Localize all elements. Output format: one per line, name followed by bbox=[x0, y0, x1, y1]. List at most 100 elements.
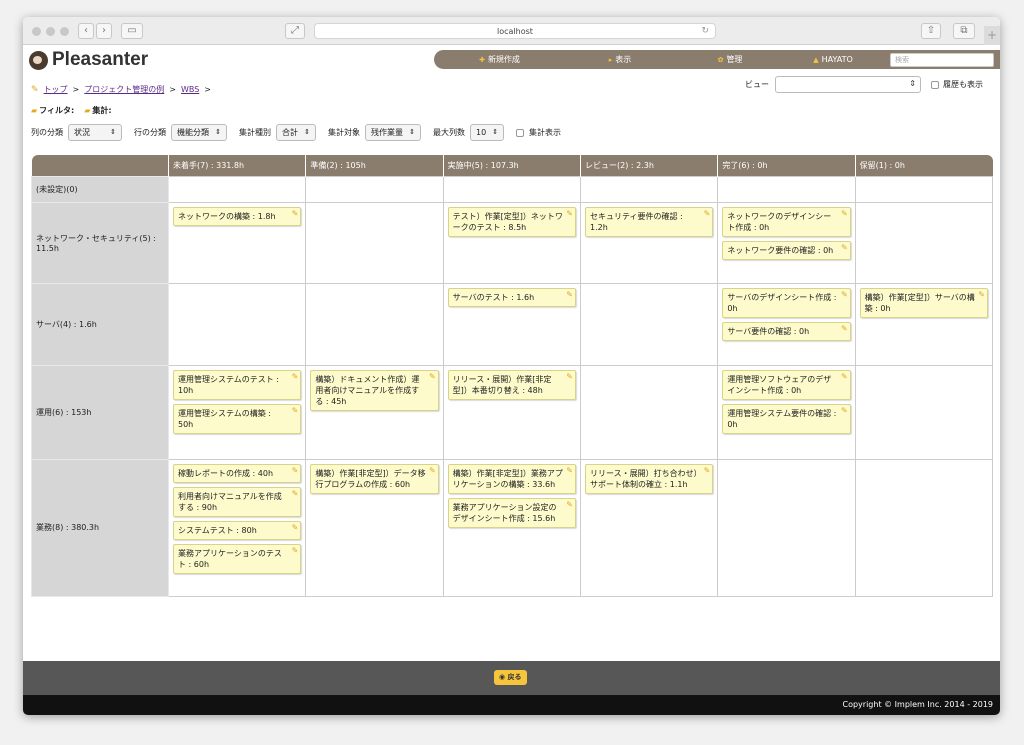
board-cell[interactable] bbox=[305, 175, 444, 203]
board-cell[interactable] bbox=[305, 201, 444, 284]
breadcrumb-project[interactable]: プロジェクト管理の例 bbox=[84, 84, 164, 95]
task-card[interactable]: リリース・展開）作業[非定型]）本番切り替え : 48h ✎ bbox=[447, 369, 576, 400]
board-cell[interactable] bbox=[854, 458, 994, 597]
edit-icon[interactable]: ✎ bbox=[978, 289, 985, 300]
forward-nav-icon[interactable]: › bbox=[96, 23, 112, 39]
sidebar-toggle-icon[interactable]: ▭ bbox=[121, 23, 143, 39]
nav-user[interactable]: ▲ HAYATO bbox=[785, 55, 881, 64]
expand-icon[interactable]: ⤢ bbox=[285, 23, 305, 39]
board-cell[interactable]: テスト）作業[定型]）ネットワークのテスト : 8.5h ✎ bbox=[442, 201, 581, 284]
history-toggle[interactable]: 履歴も表示 bbox=[931, 79, 983, 90]
edit-icon[interactable]: ✎ bbox=[292, 371, 299, 382]
breadcrumb-top[interactable]: トップ bbox=[44, 84, 68, 95]
task-card[interactable]: ネットワークの構築 : 1.8h ✎ bbox=[173, 206, 302, 226]
minimize-window-button[interactable] bbox=[46, 27, 55, 36]
board-cell[interactable]: ネットワークの構築 : 1.8h ✎ bbox=[167, 201, 307, 284]
board-cell[interactable]: リリース・展開）作業[非定型]）本番切り替え : 48h ✎ bbox=[442, 364, 581, 460]
task-card[interactable]: 運用管理システム要件の確認 : 0h ✎ bbox=[722, 403, 851, 434]
row-group-select[interactable]: 機能分類 ⇕ bbox=[171, 124, 227, 141]
board-cell[interactable] bbox=[579, 175, 719, 203]
share-icon[interactable]: ⇧ bbox=[921, 23, 941, 39]
edit-icon[interactable]: ✎ bbox=[841, 371, 848, 382]
edit-icon[interactable]: ✎ bbox=[841, 208, 848, 219]
board-cell[interactable] bbox=[854, 175, 994, 203]
edit-icon[interactable]: ✎ bbox=[566, 208, 573, 219]
nav-view[interactable]: ▸ 表示 bbox=[565, 54, 675, 65]
edit-icon[interactable]: ✎ bbox=[566, 499, 573, 510]
board-cell[interactable]: 構築）作業[非定型]）データ移行プログラムの作成 : 60h ✎ bbox=[305, 458, 444, 597]
board-cell[interactable]: 稼動レポートの作成 : 40h ✎ 利用者向けマニュアルを作成する : 90h ✎ シス… bbox=[167, 458, 307, 597]
edit-icon[interactable]: ✎ bbox=[292, 465, 299, 476]
edit-icon[interactable]: ✎ bbox=[704, 465, 711, 476]
task-card[interactable]: サーバ要件の確認 : 0h ✎ bbox=[722, 321, 851, 341]
agg-type-select[interactable]: 合計 ⇕ bbox=[276, 124, 316, 141]
history-checkbox[interactable] bbox=[931, 80, 939, 89]
task-card[interactable]: ネットワーク要件の確認 : 0h ✎ bbox=[722, 240, 851, 260]
board-cell[interactable] bbox=[854, 201, 994, 284]
task-card[interactable]: 運用管理システムのテスト : 10h ✎ bbox=[173, 369, 302, 400]
show-agg-checkbox[interactable] bbox=[516, 128, 524, 137]
edit-icon[interactable]: ✎ bbox=[292, 545, 299, 556]
task-card[interactable]: リリース・展開）打ち合わせ）サポート体制の確立 : 1.1h ✎ bbox=[584, 463, 714, 494]
edit-icon[interactable]: ✎ bbox=[566, 289, 573, 300]
board-cell[interactable]: リリース・展開）打ち合わせ）サポート体制の確立 : 1.1h ✎ bbox=[579, 458, 719, 597]
board-cell[interactable]: 構築）作業[定型]）サーバの構築 : 0h ✎ bbox=[854, 282, 994, 366]
board-cell[interactable] bbox=[167, 175, 307, 203]
board-cell[interactable] bbox=[442, 175, 581, 203]
board-cell[interactable]: セキュリティ要件の確認 : 1.2h ✎ bbox=[579, 201, 719, 284]
task-card[interactable]: ネットワークのデザインシート作成 : 0h ✎ bbox=[722, 206, 851, 237]
board-cell[interactable] bbox=[579, 282, 719, 366]
board-cell[interactable]: 運用管理システムのテスト : 10h ✎ 運用管理システムの構築 : 50h ✎ bbox=[167, 364, 307, 460]
board-cell[interactable] bbox=[717, 458, 856, 597]
logo[interactable]: Pleasanter bbox=[29, 49, 148, 71]
edit-icon[interactable]: ✎ bbox=[292, 522, 299, 533]
agg-target-select[interactable]: 残作業量 ⇕ bbox=[365, 124, 421, 141]
board-cell[interactable] bbox=[305, 282, 444, 366]
new-tab-button[interactable]: + bbox=[984, 26, 1000, 45]
board-cell[interactable] bbox=[717, 175, 856, 203]
board-cell[interactable] bbox=[579, 364, 719, 460]
edit-icon[interactable]: ✎ bbox=[429, 465, 436, 476]
filter-toggle[interactable]: ▰ フィルタ: bbox=[31, 105, 74, 116]
task-card[interactable]: 構築）作業[非定型]）業務アプリケーションの構築 : 33.6h ✎ bbox=[447, 463, 576, 494]
edit-icon[interactable]: ✎ bbox=[566, 465, 573, 476]
task-card[interactable]: テスト）作業[定型]）ネットワークのテスト : 8.5h ✎ bbox=[447, 206, 576, 237]
breadcrumb-wbs[interactable]: WBS bbox=[181, 85, 199, 94]
max-cols-select[interactable]: 10 ⇕ bbox=[470, 124, 504, 141]
edit-icon[interactable]: ✎ bbox=[566, 371, 573, 382]
back-nav-icon[interactable]: ‹ bbox=[78, 23, 94, 39]
board-cell[interactable]: 構築）作業[非定型]）業務アプリケーションの構築 : 33.6h ✎ 業務アプリケー… bbox=[442, 458, 581, 597]
edit-icon[interactable]: ✎ bbox=[841, 405, 848, 416]
task-card[interactable]: 利用者向けマニュアルを作成する : 90h ✎ bbox=[173, 486, 302, 517]
edit-icon[interactable]: ✎ bbox=[292, 405, 299, 416]
address-bar[interactable]: localhost ↻ bbox=[314, 23, 716, 39]
search-input[interactable]: 検索 bbox=[890, 52, 994, 67]
edit-icon[interactable]: ✎ bbox=[292, 208, 299, 219]
task-card[interactable]: 業務アプリケーション設定のデザインシート作成 : 15.6h ✎ bbox=[447, 497, 576, 528]
edit-icon[interactable]: ✎ bbox=[841, 323, 848, 334]
view-select[interactable] bbox=[775, 76, 921, 93]
board-cell[interactable]: 運用管理ソフトウェアのデザインシート作成 : 0h ✎ 運用管理システム要件の確認 … bbox=[717, 364, 856, 460]
edit-icon[interactable]: ✎ bbox=[429, 371, 436, 382]
back-button[interactable]: ◉ 戻る bbox=[494, 670, 527, 685]
task-card[interactable]: サーバのテスト : 1.6h ✎ bbox=[447, 287, 576, 307]
col-group-select[interactable]: 状況 ⇕ bbox=[68, 124, 122, 141]
board-cell[interactable] bbox=[167, 282, 307, 366]
edit-icon[interactable]: ✎ bbox=[292, 488, 299, 499]
task-card[interactable]: システムテスト : 80h ✎ bbox=[173, 520, 302, 540]
task-card[interactable]: 構築）作業[非定型]）データ移行プログラムの作成 : 60h ✎ bbox=[310, 463, 439, 494]
edit-icon[interactable]: ✎ bbox=[704, 208, 711, 219]
zoom-window-button[interactable] bbox=[60, 27, 69, 36]
nav-new[interactable]: ✚ 新規作成 bbox=[434, 54, 565, 65]
edit-icon[interactable]: ✎ bbox=[841, 242, 848, 253]
board-cell[interactable]: サーバのテスト : 1.6h ✎ bbox=[442, 282, 581, 366]
task-card[interactable]: 業務アプリケーションのテスト : 60h ✎ bbox=[173, 543, 302, 574]
task-card[interactable]: 稼動レポートの作成 : 40h ✎ bbox=[173, 463, 302, 483]
board-cell[interactable]: サーバのデザインシート作成 : 0h ✎ サーバ要件の確認 : 0h ✎ bbox=[717, 282, 856, 366]
task-card[interactable]: セキュリティ要件の確認 : 1.2h ✎ bbox=[584, 206, 714, 237]
reload-icon[interactable]: ↻ bbox=[701, 24, 709, 39]
tabs-icon[interactable]: ⧉ bbox=[953, 23, 975, 39]
task-card[interactable]: 構築）ドキュメント作成）運用者向けマニュアルを作成する : 45h ✎ bbox=[310, 369, 439, 411]
aggregate-toggle[interactable]: ▰ 集計: bbox=[84, 105, 111, 116]
task-card[interactable]: 運用管理ソフトウェアのデザインシート作成 : 0h ✎ bbox=[722, 369, 851, 400]
